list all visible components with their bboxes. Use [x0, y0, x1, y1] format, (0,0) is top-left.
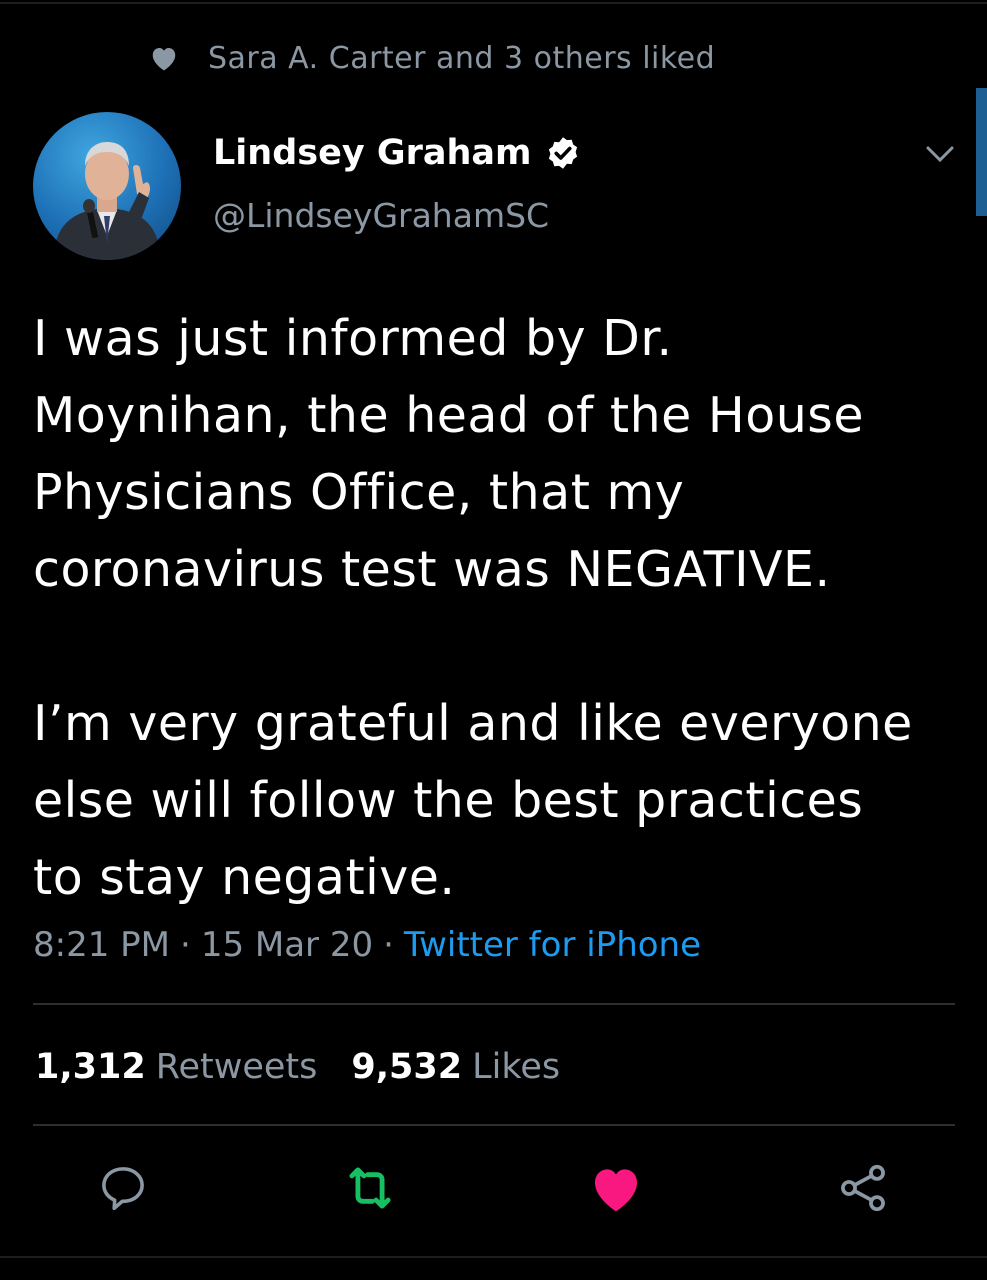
tweet-line: Moynihan, the head of the House: [33, 387, 864, 444]
heart-icon: [148, 42, 180, 74]
avatar[interactable]: [33, 112, 181, 260]
heart-icon: [588, 1162, 644, 1218]
retweet-button[interactable]: [340, 1160, 400, 1220]
retweets-label: Retweets: [155, 1047, 318, 1087]
likes-label: Likes: [472, 1047, 561, 1087]
reply-icon: [96, 1161, 150, 1219]
share-icon: [835, 1160, 891, 1220]
top-border: [0, 2, 987, 4]
tweet-line: Physicians Office, that my: [33, 464, 685, 521]
tweet-line: coronavirus test was NEGATIVE.: [33, 541, 831, 598]
retweets-count: 1,312: [35, 1047, 146, 1087]
tweet-stats: 1,312 Retweets 9,532 Likes: [35, 1040, 560, 1094]
tweet-date[interactable]: 15 Mar 20: [201, 925, 373, 965]
retweets-stat[interactable]: 1,312 Retweets: [35, 1047, 317, 1087]
likes-count: 9,532: [351, 1047, 463, 1087]
tweet-text: I was just informed by Dr. Moynihan, the…: [33, 300, 953, 916]
social-context: Sara A. Carter and 3 others liked: [148, 36, 715, 80]
author-name-row[interactable]: Lindsey Graham: [213, 128, 581, 178]
tweet-source-link[interactable]: Twitter for iPhone: [404, 925, 701, 965]
tweet-line: else will follow the best practices: [33, 772, 864, 829]
author-display-name[interactable]: Lindsey Graham: [213, 133, 531, 173]
retweet-icon: [341, 1159, 399, 1221]
like-button[interactable]: [586, 1160, 646, 1220]
tweet-line: I was just informed by Dr.: [33, 310, 673, 367]
separator-dot: ·: [180, 925, 191, 965]
likes-stat[interactable]: 9,532 Likes: [351, 1047, 560, 1087]
tweet-line: I’m very grateful and like everyone: [33, 695, 913, 752]
divider: [33, 1124, 955, 1126]
separator-dot: ·: [383, 925, 394, 965]
share-button[interactable]: [833, 1160, 893, 1220]
social-context-text[interactable]: Sara A. Carter and 3 others liked: [208, 41, 715, 76]
tweet-meta: 8:21 PM · 15 Mar 20 · Twitter for iPhone: [33, 920, 701, 970]
tweet-line: to stay negative.: [33, 849, 456, 906]
bottom-border: [0, 1256, 987, 1258]
tweet-time[interactable]: 8:21 PM: [33, 925, 170, 965]
divider: [33, 1003, 955, 1005]
scrollbar[interactable]: [976, 88, 987, 216]
chevron-down-icon[interactable]: [922, 136, 958, 172]
reply-button[interactable]: [93, 1160, 153, 1220]
verified-badge-icon: [545, 135, 581, 171]
author-handle[interactable]: @LindseyGrahamSC: [213, 196, 549, 235]
